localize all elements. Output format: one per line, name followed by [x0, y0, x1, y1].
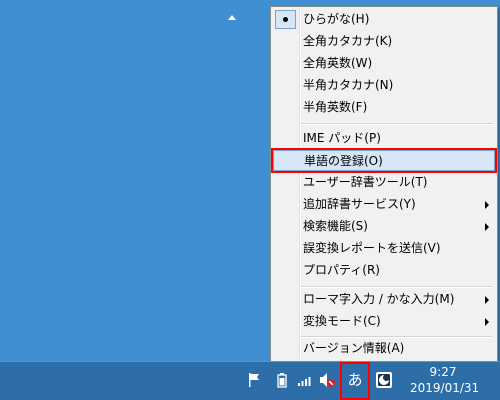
menu-item-label: 変換モード(C)	[303, 314, 381, 328]
ime-context-menu: ひらがな(H) 全角カタカナ(K) 全角英数(W) 半角カタカナ(N) 半角英数…	[270, 6, 498, 362]
menu-item-ime-pad[interactable]: IME パッド(P)	[273, 128, 495, 149]
menu-item-label: 誤変換レポートを送信(V)	[303, 241, 441, 255]
menu-item-properties[interactable]: プロパティ(R)	[273, 260, 495, 281]
menu-item-halfwidth-alphanumeric[interactable]: 半角英数(F)	[273, 97, 495, 118]
ime-pad-icon[interactable]	[375, 371, 393, 389]
menu-separator	[301, 123, 493, 125]
menu-item-label: プロパティ(R)	[303, 263, 380, 277]
menu-item-user-dictionary-tool[interactable]: ユーザー辞書ツール(T)	[273, 172, 495, 193]
menu-item-label: 追加辞書サービス(Y)	[303, 197, 416, 211]
menu-item-label: 全角カタカナ(K)	[303, 34, 393, 48]
menu-item-search-function[interactable]: 検索機能(S)	[273, 216, 495, 237]
battery-icon[interactable]	[275, 372, 289, 388]
menu-item-send-conversion-report[interactable]: 誤変換レポートを送信(V)	[273, 238, 495, 259]
submenu-arrow-icon	[485, 223, 489, 231]
menu-item-halfwidth-katakana[interactable]: 半角カタカナ(N)	[273, 75, 495, 96]
submenu-arrow-icon	[485, 201, 489, 209]
menu-item-label: IME パッド(P)	[303, 131, 381, 145]
menu-item-label: 単語の登録(O)	[304, 154, 383, 168]
menu-item-label: 全角英数(W)	[303, 56, 373, 70]
menu-item-label: 半角英数(F)	[303, 100, 368, 114]
menu-item-label: バージョン情報(A)	[303, 341, 405, 355]
clock-time: 9:27	[429, 365, 457, 379]
menu-item-add-word[interactable]: 単語の登録(O)	[271, 148, 497, 173]
menu-item-fullwidth-katakana[interactable]: 全角カタカナ(K)	[273, 31, 495, 52]
flag-icon[interactable]	[247, 372, 261, 388]
menu-item-label: ユーザー辞書ツール(T)	[303, 175, 428, 189]
taskbar-clock[interactable]: 9:27 2019/01/31	[410, 363, 480, 397]
ime-mode-highlight	[340, 362, 370, 400]
menu-item-hiragana[interactable]: ひらがな(H)	[273, 9, 495, 30]
checked-radio-icon	[275, 10, 296, 29]
show-hidden-icons-icon[interactable]	[228, 15, 236, 20]
submenu-arrow-icon	[485, 296, 489, 304]
network-signal-icon[interactable]	[297, 373, 313, 387]
menu-item-conversion-mode[interactable]: 変換モード(C)	[273, 311, 495, 332]
menu-separator	[301, 286, 493, 288]
menu-item-input-method[interactable]: ローマ字入力 / かな入力(M)	[273, 289, 495, 310]
menu-item-label: 検索機能(S)	[303, 219, 368, 233]
volume-muted-icon[interactable]	[318, 371, 336, 389]
menu-item-version-info[interactable]: バージョン情報(A)	[273, 338, 495, 359]
clock-date: 2019/01/31	[410, 381, 480, 395]
menu-item-label: ローマ字入力 / かな入力(M)	[303, 292, 455, 306]
menu-item-label: 半角カタカナ(N)	[303, 78, 394, 92]
menu-item-additional-dictionary-service[interactable]: 追加辞書サービス(Y)	[273, 194, 495, 215]
menu-item-fullwidth-alphanumeric[interactable]: 全角英数(W)	[273, 53, 495, 74]
submenu-arrow-icon	[485, 318, 489, 326]
menu-item-label: ひらがな(H)	[303, 12, 370, 26]
